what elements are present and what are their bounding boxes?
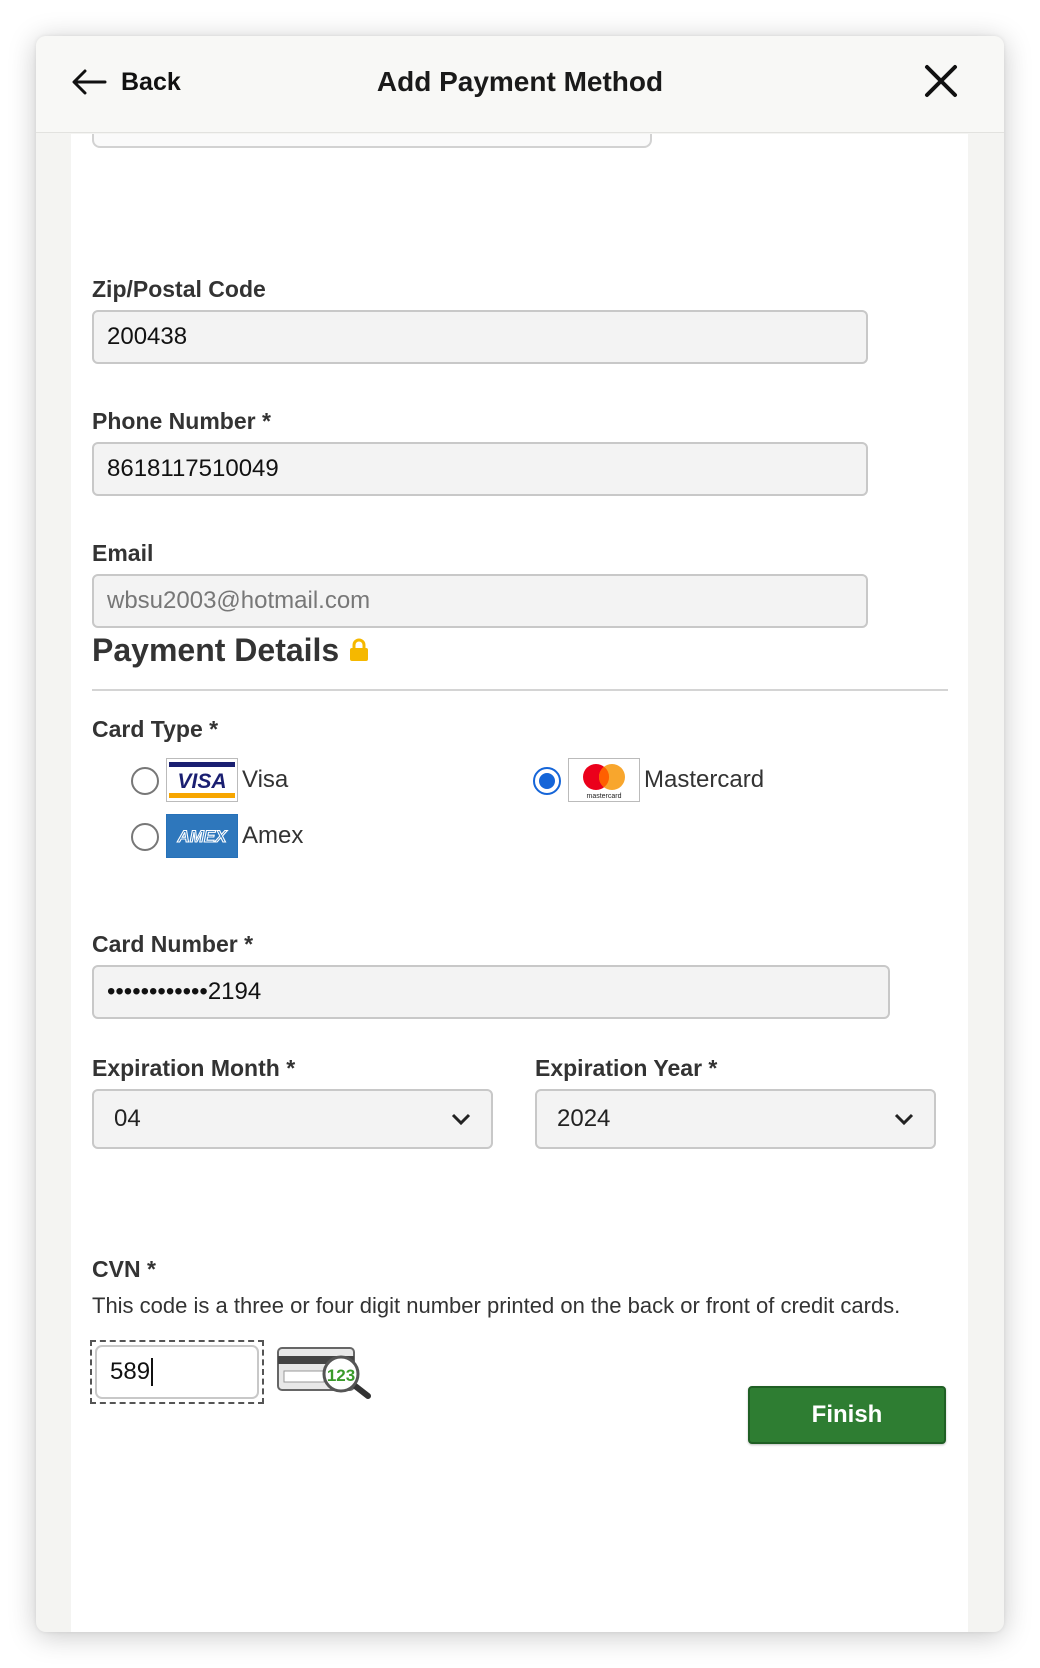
finish-button[interactable]: Finish <box>748 1386 946 1444</box>
section-divider <box>92 689 948 691</box>
amex-icon: AMEX <box>167 815 237 857</box>
amex-label: Amex <box>242 822 304 849</box>
close-button[interactable] <box>922 62 960 100</box>
close-icon <box>925 65 957 97</box>
svg-text:mastercard: mastercard <box>586 793 621 800</box>
visa-icon: VISA <box>167 759 237 801</box>
zip-value: 200438 <box>107 323 188 350</box>
cvn-hint: This code is a three or four digit numbe… <box>92 1293 901 1318</box>
zip-input[interactable]: 200438 <box>92 310 868 364</box>
cvn-value: 589 <box>110 1358 151 1385</box>
mastercard-label: Mastercard <box>644 766 765 793</box>
card-number-input[interactable]: ••••••••••••2194 <box>92 965 890 1019</box>
payment-modal: Back Add Payment Method Zip/Postal Code … <box>36 36 1004 1632</box>
visa-label: Visa <box>242 766 289 793</box>
cvn-input[interactable]: 589 <box>95 1345 259 1399</box>
email-label: Email <box>92 540 154 566</box>
section-title-text: Payment Details <box>92 632 340 668</box>
modal-header: Back Add Payment Method <box>36 36 1004 133</box>
cvn-focus-outline: 589 <box>90 1340 264 1404</box>
exp-year-select[interactable]: 2024 <box>535 1089 936 1149</box>
card-number-label: Card Number * <box>92 931 254 957</box>
finish-label: Finish <box>811 1401 883 1428</box>
svg-text:123: 123 <box>327 1366 355 1385</box>
lock-icon <box>350 638 369 661</box>
exp-month-label: Expiration Month * <box>92 1055 296 1081</box>
amex-logo: AMEX <box>166 814 238 858</box>
amex-radio[interactable] <box>131 823 159 851</box>
card-type-label: Card Type * <box>92 716 219 742</box>
phone-value: 8618117510049 <box>107 455 279 482</box>
chevron-down-icon <box>451 1113 471 1126</box>
cvn-help-icon: 123 <box>277 1347 371 1399</box>
visa-radio[interactable] <box>131 767 159 795</box>
page-title: Add Payment Method <box>376 66 664 97</box>
phone-label: Phone Number * <box>92 408 271 434</box>
exp-month-value: 04 <box>114 1105 141 1132</box>
visa-logo: VISA <box>166 758 238 802</box>
cvn-label: CVN * <box>92 1256 156 1282</box>
payment-details-heading: Payment Details <box>92 628 369 672</box>
card-number-value: ••••••••••••2194 <box>107 978 262 1005</box>
phone-input[interactable]: 8618117510049 <box>92 442 868 496</box>
text-caret <box>151 1358 154 1386</box>
svg-text:AMEX: AMEX <box>176 827 228 846</box>
exp-year-label: Expiration Year * <box>535 1055 718 1081</box>
exp-month-select[interactable]: 04 <box>92 1089 493 1149</box>
email-value: wbsu2003@hotmail.com <box>107 587 371 614</box>
mastercard-logo: mastercard <box>568 758 640 802</box>
chevron-down-icon <box>894 1113 914 1126</box>
mastercard-icon: mastercard <box>583 764 625 800</box>
svg-text:VISA: VISA <box>177 770 226 793</box>
email-input[interactable]: wbsu2003@hotmail.com <box>92 574 868 628</box>
previous-field-partial[interactable] <box>92 134 652 148</box>
exp-year-value: 2024 <box>557 1105 611 1132</box>
mastercard-radio[interactable] <box>533 767 561 795</box>
zip-label: Zip/Postal Code <box>92 276 266 302</box>
